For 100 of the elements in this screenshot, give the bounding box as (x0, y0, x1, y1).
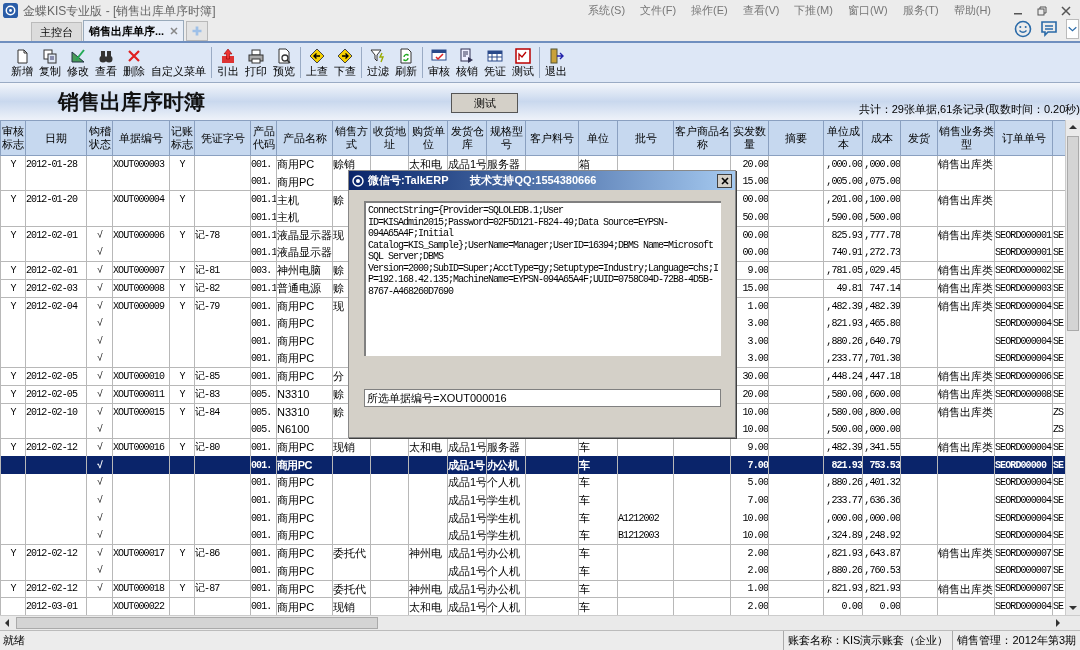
table-cell: 005. (251, 388, 272, 400)
scroll-thumb[interactable] (16, 617, 378, 629)
table-cell: Y (179, 442, 185, 454)
close-icon[interactable] (170, 27, 179, 35)
toolbar-button[interactable]: 核销 (453, 43, 481, 82)
horizontal-scrollbar[interactable] (0, 615, 1080, 630)
toolbar-button[interactable]: 下查 (331, 43, 359, 82)
table-cell: SEORD000002 (995, 264, 1052, 276)
text-area[interactable]: ConnectString={Provider=SQLOLEDB.1;User ID=KISAdmin2015;Password=02F5D121-F824-49;Data Source=EYPSN-094A65A4F;Initial Catalog=KIS_Sample};UserName=Manager;UserID=16394;DBMS Name=Microsoft SQL Server;DBMS Version=2000;SubID=Super;AcctType=gy;Setuptype=Industry;Language=chs;IP=192.168.42.135;MachineName=EYPSN-094A65A4F;UUID=0758C04D-72B8-4D5B-8767-A468260D7690 (364, 201, 721, 356)
toolbar-button[interactable]: 预览 (270, 43, 298, 82)
toolbar-button[interactable]: 新增 (8, 43, 36, 82)
table-cell: 2012-02-01 (26, 229, 77, 241)
table-cell: 记-81 (195, 264, 220, 276)
table-cell: 10.00 (742, 423, 768, 435)
table-cell: 2012-02-12 (26, 548, 77, 560)
table-cell: ,880.26 (826, 477, 862, 489)
table-cell: SEORD000004 (995, 477, 1052, 489)
table-cell: SE (1053, 442, 1064, 454)
table-row[interactable]: √ 001. 商用PC 成品1号 办公机 车 7.00 821.93 753.53 SEORD00000 SE (0, 456, 1065, 474)
tab[interactable]: 主控台 (31, 22, 82, 41)
table-cell: Y (179, 229, 185, 241)
table-cell: 001. (251, 300, 272, 312)
table-cell: SEORD000007 (995, 583, 1052, 595)
menu-item[interactable]: 下推(M) (794, 2, 833, 19)
toolbar-button[interactable]: 查看 (92, 43, 120, 82)
vertical-scrollbar[interactable] (1065, 120, 1080, 615)
table-cell: ZS (1053, 406, 1064, 418)
table-cell: 销售出库类 (938, 370, 993, 383)
table-cell: 001. (251, 477, 272, 489)
toolbar-button[interactable]: 删除 (120, 43, 148, 82)
toolbar-button[interactable]: 复制 (36, 43, 64, 82)
close-button[interactable] (717, 173, 732, 188)
table-cell: SEORD000007 (995, 565, 1052, 577)
table-cell: ,100.00 (864, 194, 900, 206)
tab[interactable]: 销售出库单序... (83, 20, 185, 41)
table-cell: 车 (579, 511, 590, 524)
table-cell: ,000.00 (864, 423, 900, 435)
smiley-icon[interactable] (1014, 20, 1032, 38)
table-cell: ,465.80 (864, 318, 900, 330)
table-cell: 服务器 (487, 158, 520, 171)
table-cell: 服务器 (487, 441, 520, 454)
table-cell: SE (1053, 494, 1064, 506)
menu-item[interactable]: 查看(V) (742, 2, 780, 19)
table-cell: 销售出库类 (938, 405, 993, 418)
right-arrow-icon (337, 47, 353, 64)
toolbar-button[interactable]: 打印 (242, 43, 270, 82)
scroll-thumb[interactable] (1067, 136, 1079, 331)
table-cell: √ (96, 247, 103, 259)
menu-item[interactable]: 服务(T) (902, 2, 939, 19)
table-cell: XOUT000003 (113, 159, 164, 171)
table-cell: 2012-02-12 (26, 583, 77, 595)
table-cell: SE (1053, 300, 1064, 312)
table-cell: Y (179, 406, 185, 418)
table-cell: SEORD000006 (995, 371, 1052, 383)
table-cell: 3.00 (747, 353, 768, 365)
table-cell: 个人机 (487, 600, 520, 613)
table-cell: 商用PC (277, 511, 315, 524)
toolbar-button[interactable]: 审核 (425, 43, 453, 82)
table-cell: 记-87 (195, 583, 220, 595)
table-cell: SEORD000004 (995, 530, 1052, 542)
table-cell: 商用PC (277, 175, 315, 188)
toolbar-button[interactable]: 刷新 (392, 43, 420, 82)
table-cell: 销售出库类 (938, 229, 993, 242)
toolbar-button[interactable]: 凭证 (481, 43, 509, 82)
test-button[interactable]: 测试 (451, 93, 518, 113)
toolbar-button[interactable]: 自定义菜单 (148, 43, 209, 82)
toolbar-button[interactable]: 上查 (303, 43, 331, 82)
grid-icon (487, 47, 503, 64)
table-cell: 销售出库类 (938, 193, 993, 206)
toolbar-button[interactable]: 引出 (214, 43, 242, 82)
table-cell: 神州电 (409, 582, 442, 595)
table-cell: 001.1 (251, 247, 276, 259)
restore-icon[interactable] (1037, 5, 1047, 16)
table-cell: 2012-01-28 (26, 159, 77, 171)
table-cell: ,482.39 (864, 300, 900, 312)
refresh-icon (398, 47, 414, 64)
toolbar-button[interactable]: 修改 (64, 43, 92, 82)
dropdown-icon[interactable] (1066, 19, 1079, 39)
table-cell: 1.00 (747, 583, 768, 595)
table-cell: ,640.79 (864, 335, 900, 347)
table-cell: 销售出库类 (938, 281, 993, 294)
menu-item[interactable]: 文件(F) (640, 2, 677, 19)
menu-item[interactable]: 窗口(W) (847, 2, 888, 19)
table-cell: 5.00 (747, 477, 768, 489)
menu-item[interactable]: 操作(E) (691, 2, 728, 19)
toolbar-button[interactable]: 过滤 (364, 43, 392, 82)
input-field[interactable]: 所选单据编号=XOUT000016 (364, 389, 721, 407)
table-cell: SE (1053, 565, 1064, 577)
toolbar-button[interactable]: 退出 (542, 43, 570, 82)
table-cell: ,000.00 (864, 512, 900, 524)
message-icon[interactable] (1040, 20, 1058, 38)
toolbar-button[interactable]: 测试 (509, 43, 537, 82)
table-cell: 001. (251, 335, 272, 347)
menu-item[interactable]: 系统(S) (588, 2, 626, 19)
table-cell: 商用PC (277, 370, 315, 383)
table-cell: ,701.30 (864, 353, 900, 365)
table-cell: Y (179, 388, 185, 400)
table-cell: 现 (333, 229, 344, 242)
menu-item[interactable]: 帮助(H) (953, 2, 991, 19)
close-icon[interactable] (1061, 5, 1071, 16)
